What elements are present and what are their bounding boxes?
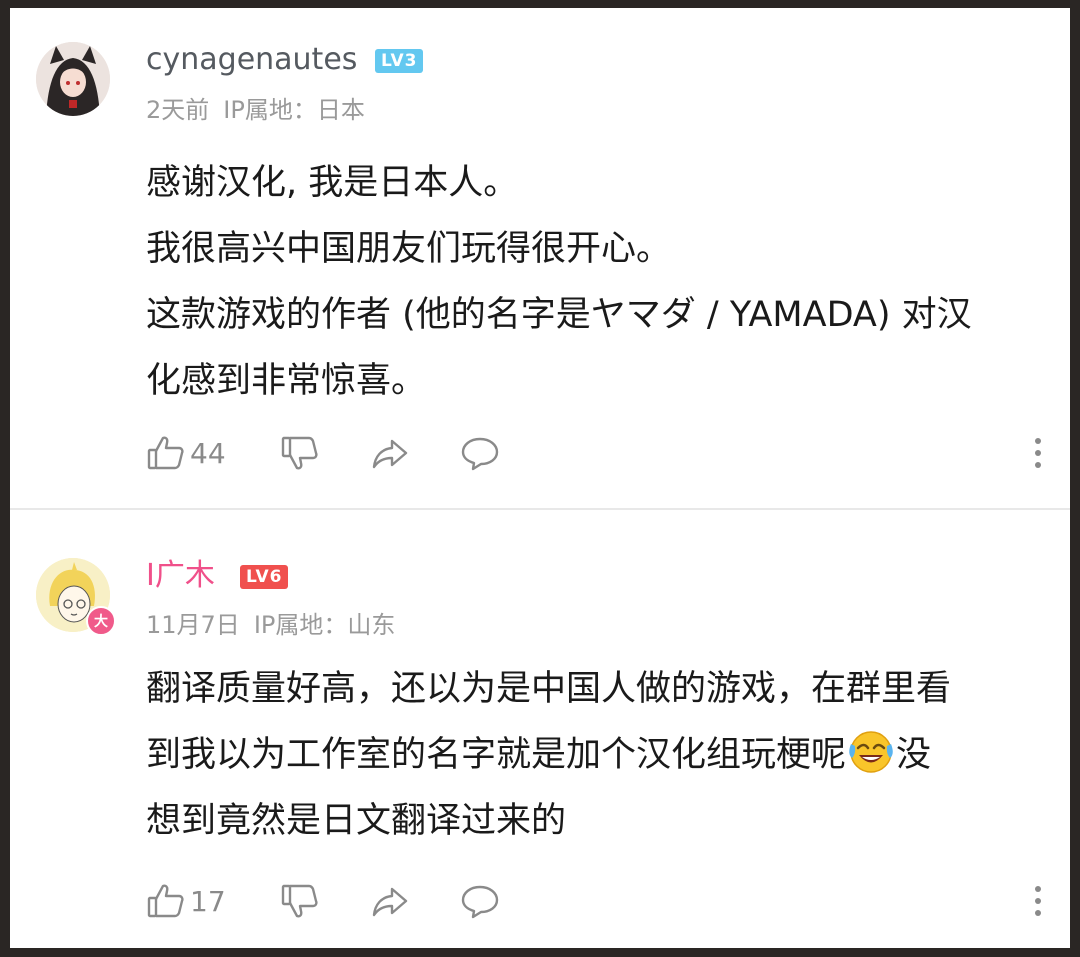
comment-line: 到我以为工作室的名字就是加个汉化组玩梗呢 没 [146,722,1036,788]
thumbs-down-icon [281,436,318,470]
more-vertical-icon [1035,886,1041,916]
reply-button[interactable] [460,428,500,478]
reply-button[interactable] [460,876,500,926]
comment-time: 2天前 [146,96,210,124]
comment-time: 11月7日 [146,611,240,639]
comment-item: 大 I广木 LV6 11月7日 IP属地：山东 翻译质量好高，还以为是中国人做的游… [10,510,1070,948]
dislike-button[interactable] [280,428,320,478]
share-button[interactable] [370,428,410,478]
comment-line: 感谢汉化, 我是日本人。 [146,163,519,203]
comment-meta: 11月7日 IP属地：山东 [146,605,409,640]
thumbs-down-icon [281,884,318,918]
comment-line: 翻译质量好高，还以为是中国人做的游戏，在群里看 [146,669,952,709]
share-arrow-icon [372,887,408,917]
ip-location: IP属地：日本 [223,96,365,124]
comment-line-text: 到我以为工作室的名字就是加个汉化组玩梗呢 [146,735,847,775]
comment-line-text: 没 [896,735,932,775]
comment-body: 感谢汉化, 我是日本人。 我很高兴中国朋友们玩得很开心。 这款游戏的作者 (他的… [146,150,1036,414]
comment-line: 想到竟然是日文翻译过来的 [146,801,567,841]
comment-list: cynagenautes LV3 2天前 IP属地：日本 感谢汉化, 我是日本人。… [10,8,1070,948]
comment-body: 翻译质量好高，还以为是中国人做的游戏，在群里看 到我以为工作室的名字就是加个汉化… [146,656,1036,854]
username[interactable]: cynagenautes [146,42,357,78]
level-badge: LV6 [240,565,289,589]
vip-badge: 大 [86,606,116,636]
comment-item: cynagenautes LV3 2天前 IP属地：日本 感谢汉化, 我是日本人。… [10,8,1070,508]
comment-actions: 17 [146,876,1046,926]
comment-line: 化感到非常惊喜。 [146,361,427,401]
like-count: 17 [190,884,226,918]
more-options-button[interactable] [1018,876,1058,926]
comment-meta: 2天前 IP属地：日本 [146,90,379,125]
more-options-button[interactable] [1018,428,1058,478]
more-vertical-icon [1035,438,1041,468]
like-button[interactable]: 44 [146,428,226,478]
like-button[interactable]: 17 [146,876,226,926]
laughing-crying-emoji-icon [849,731,893,773]
comment-line: 这款游戏的作者 (他的名字是ヤマダ / YAMADA) 对汉 [146,295,972,335]
level-badge: LV3 [375,49,424,73]
like-count: 44 [190,436,226,470]
thumbs-up-icon [147,436,184,470]
thumbs-up-icon [147,884,184,918]
comment-bubble-icon [461,437,499,471]
username[interactable]: I广木 [146,558,215,594]
comment-line: 我很高兴中国朋友们玩得很开心。 [146,229,672,269]
comment-actions: 44 [146,428,1046,478]
avatar[interactable] [36,42,110,116]
dislike-button[interactable] [280,876,320,926]
share-arrow-icon [372,439,408,469]
share-button[interactable] [370,876,410,926]
ip-location: IP属地：山东 [253,611,396,639]
comment-bubble-icon [461,885,499,919]
